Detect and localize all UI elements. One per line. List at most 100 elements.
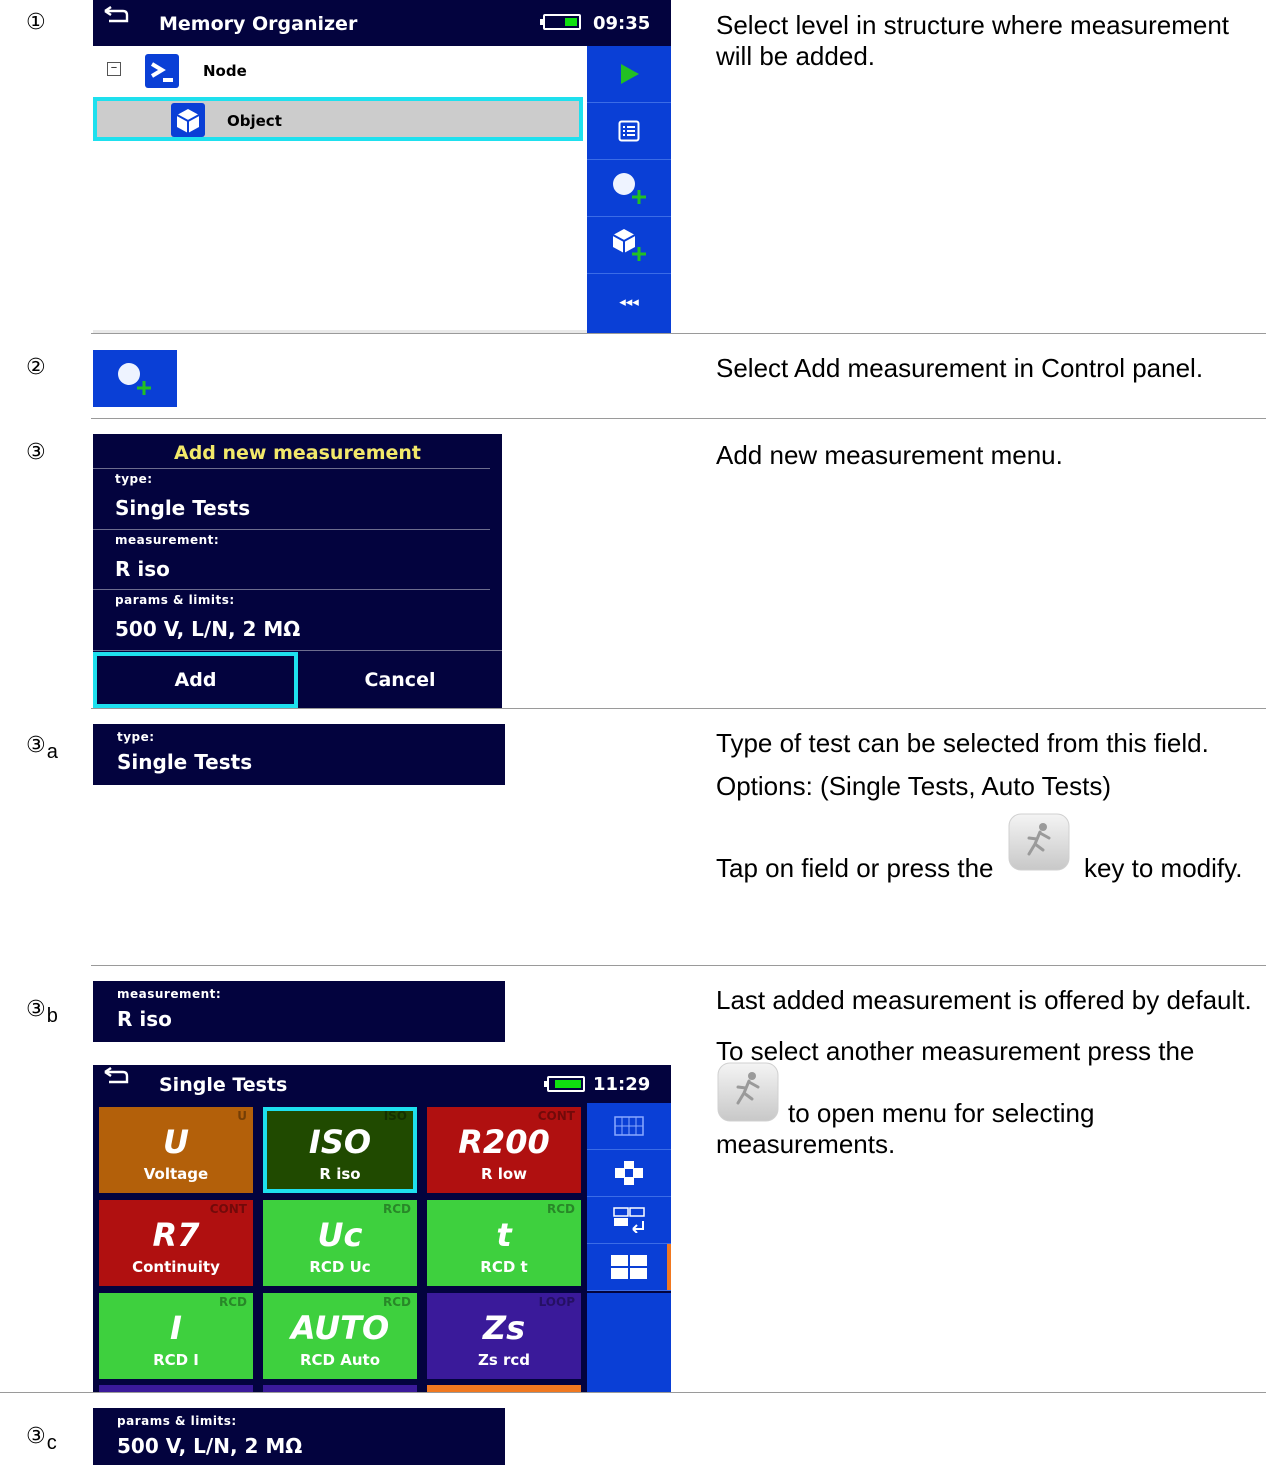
test-tile[interactable]: LOOP Zs Zs rcd <box>427 1293 581 1379</box>
tile-category: CONT <box>537 1109 575 1123</box>
partial-tile <box>427 1385 581 1392</box>
step-number-3c: ③c <box>26 1424 57 1454</box>
measurement-field[interactable]: measurement: R iso <box>115 533 219 581</box>
collapse-icon[interactable]: − <box>107 62 121 76</box>
params-field[interactable]: params & limits: 500 V, L/N, 2 MΩ <box>115 593 300 641</box>
battery-icon <box>540 14 581 30</box>
test-tile[interactable]: RCD I RCD I <box>99 1293 253 1379</box>
test-tile[interactable]: CONT R200 R low <box>427 1107 581 1193</box>
battery-icon <box>544 1076 585 1092</box>
test-tile[interactable]: CONT R7 Continuity <box>99 1200 253 1286</box>
desc-text: To select another measurement press the <box>716 1036 1195 1066</box>
dialog-separator <box>93 468 490 469</box>
start-button[interactable] <box>587 46 671 103</box>
test-tile[interactable]: RCD AUTO RCD Auto <box>263 1293 417 1379</box>
dialog-title: Add new measurement <box>174 442 421 464</box>
tile-symbol: AUTO <box>290 1309 390 1347</box>
type-label: type: <box>117 730 155 744</box>
add-button-label: Add <box>174 669 217 691</box>
recent-button[interactable] <box>587 1197 671 1244</box>
tile-label: Zs rcd <box>477 1351 531 1369</box>
tree-object-row[interactable] <box>93 97 583 141</box>
back-icon[interactable] <box>103 6 129 24</box>
play-icon <box>621 64 639 84</box>
control-panel: ◂◂◂ <box>587 46 671 333</box>
add-object-icon <box>612 229 646 261</box>
list-icon <box>618 120 640 142</box>
memory-organizer-screen: Memory Organizer 09:35 − Node Object ◂◂◂ <box>93 0 671 333</box>
node-icon <box>145 54 179 88</box>
grid-icon <box>614 1116 644 1136</box>
group-icon <box>615 1161 643 1185</box>
type-label: type: <box>115 472 153 486</box>
tile-category: RCD <box>382 1202 411 1216</box>
single-tests-screen: Single Tests 11:29 U U Voltage ISO ISO R iso C… <box>93 1065 671 1392</box>
screen-title: Single Tests <box>159 1074 288 1096</box>
add-measurement-icon <box>613 173 646 204</box>
params-field: params & limits: 500 V, L/N, 2 MΩ <box>117 1414 302 1458</box>
tile-category: RCD <box>218 1295 247 1309</box>
divider <box>91 708 1266 709</box>
tile-category: ISO <box>383 1109 407 1123</box>
tile-symbol: ISO <box>308 1123 372 1161</box>
measurement-label: measurement: <box>115 533 220 547</box>
tree-node-label[interactable]: Node <box>203 62 247 80</box>
test-tile[interactable]: ISO ISO R iso <box>263 1107 417 1193</box>
desc-text: key to modify. <box>1083 853 1243 883</box>
divider <box>0 1392 1266 1393</box>
params-field-sample[interactable]: params & limits: 500 V, L/N, 2 MΩ <box>93 1408 505 1465</box>
test-tile[interactable]: RCD t RCD t <box>427 1200 581 1286</box>
tiles-view-button[interactable] <box>587 1244 671 1291</box>
selected-indicator <box>667 1244 671 1290</box>
more-icon: ◂◂◂ <box>619 294 639 310</box>
cancel-button[interactable]: Cancel <box>298 652 502 708</box>
type-value: Single Tests <box>117 750 253 774</box>
measurement-field: measurement: R iso <box>117 987 221 1031</box>
more-button[interactable]: ◂◂◂ <box>587 1375 671 1392</box>
partial-tile <box>99 1385 253 1392</box>
params-label: params & limits: <box>117 1414 237 1428</box>
run-key-icon <box>1007 812 1071 872</box>
tile-symbol: I <box>170 1309 182 1347</box>
back-icon[interactable] <box>103 1067 129 1085</box>
add-button[interactable]: Add <box>93 652 298 708</box>
type-field-sample[interactable]: type: Single Tests <box>93 724 505 785</box>
step-number-3b: ③b <box>26 997 58 1027</box>
tile-label: R iso <box>319 1165 361 1183</box>
partial-tile <box>263 1385 417 1392</box>
tile-label: RCD t <box>480 1258 528 1276</box>
params-label: params & limits: <box>115 593 235 607</box>
type-field[interactable]: type: Single Tests <box>115 472 250 520</box>
tree-object-label: Object <box>227 112 282 130</box>
add-measurement-button-sample[interactable] <box>93 350 177 407</box>
measurement-value: R iso <box>115 557 170 581</box>
add-measurement-button[interactable] <box>587 160 671 217</box>
tile-symbol: Uc <box>317 1216 363 1254</box>
view-button[interactable] <box>587 103 671 160</box>
tile-label: Continuity <box>132 1258 220 1276</box>
object-icon <box>171 103 205 137</box>
add-object-button[interactable] <box>587 217 671 274</box>
tile-category: RCD <box>382 1295 411 1309</box>
test-tile[interactable]: U U Voltage <box>99 1107 253 1193</box>
add-new-measurement-dialog: Add new measurement type: Single Tests m… <box>93 434 502 708</box>
cancel-button-label: Cancel <box>364 669 436 691</box>
recent-icon <box>613 1207 645 1233</box>
tile-symbol: t <box>496 1216 512 1254</box>
tile-category: RCD <box>546 1202 575 1216</box>
measurement-label: measurement: <box>117 987 222 1001</box>
tile-label: Voltage <box>143 1165 209 1183</box>
step-number-3a: ③a <box>26 733 58 763</box>
more-button[interactable]: ◂◂◂ <box>587 274 671 330</box>
step-3-description: Add new measurement menu. <box>716 440 1063 470</box>
group-button[interactable] <box>587 1150 671 1197</box>
tiles-icon <box>611 1255 647 1279</box>
tile-label: RCD Uc <box>309 1258 371 1276</box>
screen-header: Memory Organizer 09:35 <box>93 0 671 46</box>
grid-view-button[interactable] <box>587 1103 671 1150</box>
step-3a-description: Type of test can be selected from this f… <box>716 728 1243 883</box>
test-tile[interactable]: RCD Uc RCD Uc <box>263 1200 417 1286</box>
measurement-field-sample[interactable]: measurement: R iso <box>93 981 505 1042</box>
divider <box>91 965 1266 966</box>
divider <box>91 418 1266 419</box>
